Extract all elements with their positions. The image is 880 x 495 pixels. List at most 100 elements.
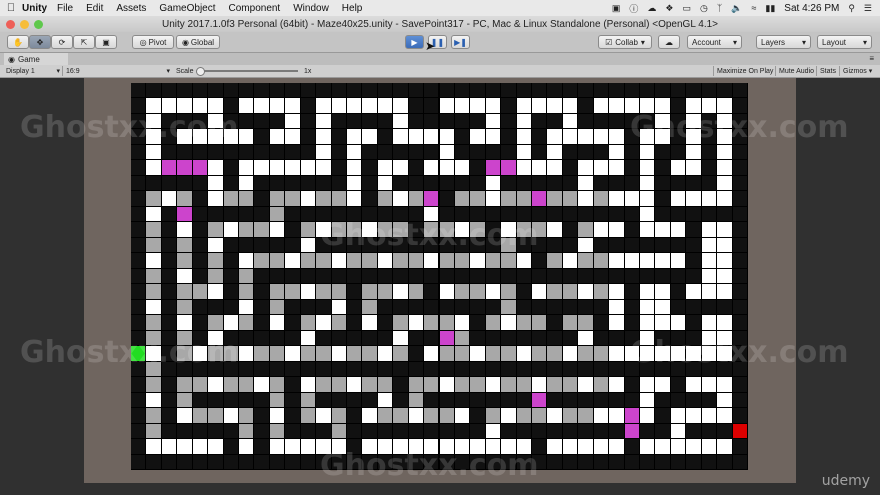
clock[interactable]: Sat 4:26 PM [784,3,839,14]
maze-wall-cell [285,392,300,408]
list-icon[interactable]: ☰ [864,3,872,14]
rotate-tool-button[interactable]: ⟳ [51,35,73,49]
maze-wall-cell [686,83,701,98]
maze-wall-cell [439,299,454,315]
maze-wall-cell [223,175,238,191]
maze-wall-cell [655,160,670,175]
tab-game[interactable]: ◉ Game [4,53,68,65]
maze-wall-cell [316,361,331,377]
scale-tool-button[interactable]: ⇱ [73,35,95,49]
maze-wall-cell [131,377,146,392]
menu-help[interactable]: Help [342,3,363,14]
aspect-dropdown[interactable]: 16:9 ▾ [62,66,173,76]
maze-wall-cell [161,454,177,469]
maze-wall-cell [300,206,316,222]
battery-icon[interactable]: ▮▮ [765,3,775,14]
stats-toggle[interactable]: Stats [816,66,839,76]
maze-open-cell [562,253,578,268]
maze-path-cell [300,346,316,361]
maze-wall-cell [331,268,346,284]
bluetooth-icon[interactable]: ᛉ [717,3,722,13]
maze-wall-cell [254,408,269,423]
time-machine-icon[interactable]: ◷ [700,3,708,14]
collab-dropdown[interactable]: ☑ Collab ▾ [598,35,652,49]
menu-file[interactable]: File [57,3,73,14]
display-dropdown[interactable]: Display 1 ▾ [6,66,60,76]
maze-open-cell [593,160,609,175]
maze-open-cell [609,160,624,175]
maze-wall-cell [485,361,501,377]
maze-wall-cell [562,175,578,191]
maze-wall-cell [269,237,285,253]
menu-dots-icon[interactable]: ≡ [869,54,874,63]
maze-path-cell [593,253,609,268]
maze-open-cell [593,129,609,144]
maze-wall-cell [670,83,686,98]
maze-wall-cell [408,268,424,284]
step-icon: ▶❚ [454,37,467,47]
maximize-on-play-toggle[interactable]: Maximize On Play [713,66,776,76]
maze-wall-cell [624,439,640,454]
display-icon[interactable]: ▭ [682,3,691,14]
cloud-icon[interactable]: ☁ [647,3,656,14]
maze-wall-cell [686,454,701,469]
close-window-icon[interactable] [6,20,15,29]
maze-open-cell [177,222,192,237]
screen-record-icon[interactable]: ▣ [612,3,621,14]
app-menu[interactable]: Unity [22,3,47,14]
gizmos-dropdown[interactable]: Gizmos ▾ [839,66,875,76]
maze-wall-cell [562,83,578,98]
maze-wall-cell [655,144,670,160]
maze-open-cell [717,222,732,237]
maze-wall-cell [578,206,593,222]
scale-label: Scale [176,67,194,75]
play-button[interactable]: ▶ [405,35,424,49]
maze-open-cell [701,268,717,284]
maze-wall-cell [624,392,640,408]
maze-open-cell [393,129,408,144]
scale-slider[interactable] [196,67,298,76]
account-dropdown[interactable]: Account ▾ [687,35,742,49]
minimize-window-icon[interactable] [20,20,29,29]
mute-audio-toggle[interactable]: Mute Audio [775,66,817,76]
zoom-window-icon[interactable] [34,20,43,29]
cloud-button[interactable]: ☁ [658,35,680,49]
maze-wall-cell [331,113,346,129]
search-icon[interactable]: ⚲ [848,3,855,14]
menu-component[interactable]: Component [229,3,281,14]
layout-dropdown[interactable]: Layout ▾ [817,35,872,49]
layers-dropdown[interactable]: Layers ▾ [756,35,811,49]
maze-wall-cell [316,392,331,408]
rect-tool-button[interactable]: ▣ [95,35,117,49]
maze-open-cell [269,439,285,454]
volume-icon[interactable]: 🔈 [731,3,742,14]
maze-open-cell [316,129,331,144]
apple-icon[interactable]:  [0,2,22,14]
menu-edit[interactable]: Edit [86,3,103,14]
info-icon[interactable]: ⓘ [629,2,638,15]
menu-window[interactable]: Window [293,3,329,14]
pivot-toggle[interactable]: ◎ Pivot [132,35,174,49]
step-button[interactable]: ▶❚ [451,35,470,49]
maze-wall-cell [316,330,331,346]
hand-tool-button[interactable]: ✋ [7,35,29,49]
maze-open-cell [640,377,655,392]
maze-wall-cell [285,222,300,237]
menu-assets[interactable]: Assets [116,3,146,14]
maze-wall-cell [562,299,578,315]
maze-wall-cell [670,206,686,222]
dropbox-icon[interactable]: ❖ [665,3,673,14]
maze-wall-cell [640,423,655,439]
maze-path-cell [146,237,161,253]
maze-path-cell [593,284,609,299]
move-tool-button[interactable]: ✥ [29,35,51,49]
menu-gameobject[interactable]: GameObject [159,3,215,14]
maze-open-cell [640,284,655,299]
wifi-icon[interactable]: ≈ [751,3,756,13]
maze-wall-cell [609,175,624,191]
maze-wall-cell [362,423,377,439]
scale-slider-handle[interactable] [196,67,205,76]
maze-open-cell [393,284,408,299]
maze-wall-cell [377,423,393,439]
global-toggle[interactable]: ◉ Global [176,35,220,49]
